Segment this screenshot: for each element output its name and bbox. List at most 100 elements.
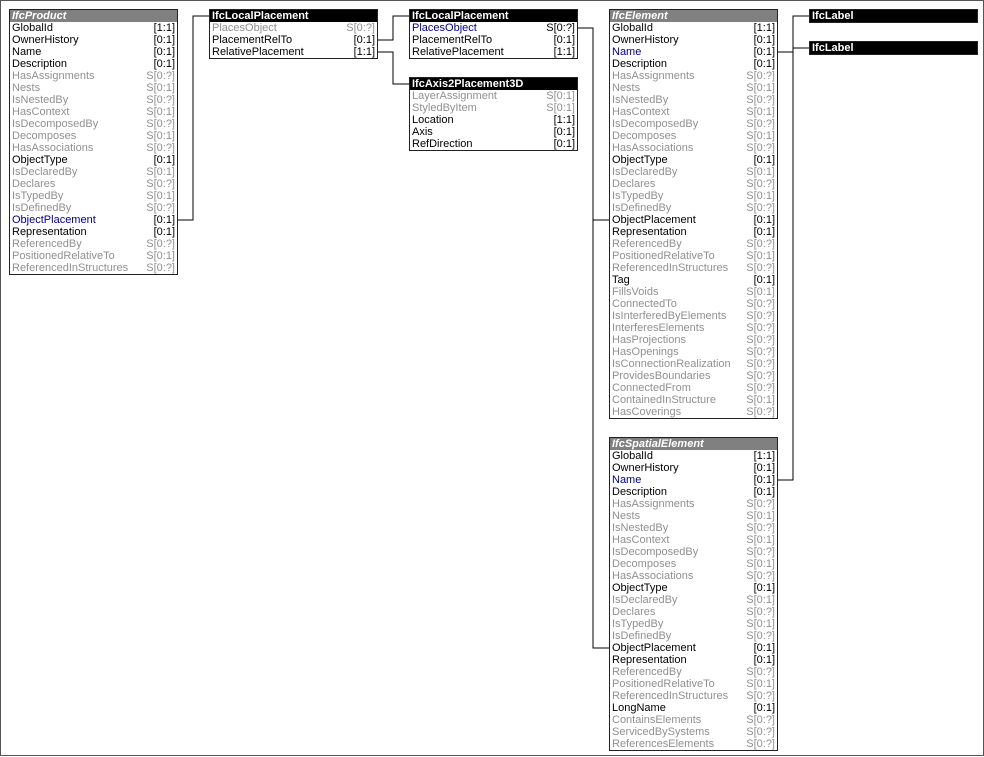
- attribute-row[interactable]: GlobalId [1:1]: [610, 450, 777, 462]
- attribute-row[interactable]: PositionedRelativeTo S[0:1]: [610, 678, 777, 690]
- attribute-row[interactable]: IsTypedBy S[0:1]: [610, 618, 777, 630]
- attribute-row[interactable]: HasOpenings S[0:?]: [610, 346, 777, 358]
- attribute-row[interactable]: Name [0:1]: [10, 46, 177, 58]
- attribute-row[interactable]: HasAssignments S[0:?]: [610, 498, 777, 510]
- attribute-row[interactable]: IsDeclaredBy S[0:1]: [10, 166, 177, 178]
- attribute-row[interactable]: Nests S[0:1]: [10, 82, 177, 94]
- attribute-row[interactable]: ProvidesBoundaries S[0:?]: [610, 370, 777, 382]
- attribute-row[interactable]: OwnerHistory [0:1]: [10, 34, 177, 46]
- attribute-row[interactable]: IsDeclaredBy S[0:1]: [610, 594, 777, 606]
- attribute-row[interactable]: Decomposes S[0:1]: [610, 130, 777, 142]
- attribute-row[interactable]: HasContext S[0:1]: [10, 106, 177, 118]
- attribute-name: IsNestedBy: [612, 522, 669, 534]
- attribute-row[interactable]: PositionedRelativeTo S[0:1]: [10, 250, 177, 262]
- attribute-row[interactable]: HasCoverings S[0:?]: [610, 406, 777, 418]
- attribute-row[interactable]: PositionedRelativeTo S[0:1]: [610, 250, 777, 262]
- attribute-row[interactable]: GlobalId [1:1]: [10, 22, 177, 34]
- attribute-row[interactable]: Representation [0:1]: [610, 654, 777, 666]
- attribute-row[interactable]: HasAssignments S[0:?]: [10, 70, 177, 82]
- attribute-row[interactable]: ReferencedBy S[0:?]: [10, 238, 177, 250]
- attribute-row[interactable]: HasContext S[0:1]: [610, 534, 777, 546]
- attribute-row[interactable]: IsNestedBy S[0:?]: [610, 522, 777, 534]
- attribute-row[interactable]: HasContext S[0:1]: [610, 106, 777, 118]
- attribute-row[interactable]: RelativePlacement [1:1]: [210, 46, 377, 58]
- attribute-row[interactable]: ReferencedBy S[0:?]: [610, 238, 777, 250]
- attribute-row[interactable]: ObjectType [0:1]: [610, 582, 777, 594]
- attribute-row[interactable]: LayerAssignment S[0:1]: [410, 90, 577, 102]
- entity-ifcproduct[interactable]: IfcProduct GlobalId [1:1] OwnerHistory [0:1…: [9, 9, 178, 275]
- attribute-row[interactable]: ContainedInStructure S[0:1]: [610, 394, 777, 406]
- attribute-row[interactable]: ConnectedFrom S[0:?]: [610, 382, 777, 394]
- attribute-row[interactable]: Representation [0:1]: [610, 226, 777, 238]
- attribute-row[interactable]: ObjectPlacement [0:1]: [610, 642, 777, 654]
- attribute-row[interactable]: HasAssociations S[0:?]: [610, 570, 777, 582]
- attribute-row[interactable]: GlobalId [1:1]: [610, 22, 777, 34]
- attribute-row[interactable]: StyledByItem S[0:1]: [410, 102, 577, 114]
- attribute-row[interactable]: Decomposes S[0:1]: [10, 130, 177, 142]
- attribute-row[interactable]: IsDecomposedBy S[0:?]: [610, 546, 777, 558]
- entity-ifclocalplacement[interactable]: IfcLocalPlacement PlacesObject S[0:?] Plac…: [209, 9, 378, 59]
- attribute-row[interactable]: Description [0:1]: [10, 58, 177, 70]
- attribute-row[interactable]: ReferencedInStructures S[0:?]: [610, 262, 777, 274]
- attribute-row[interactable]: ObjectPlacement [0:1]: [610, 214, 777, 226]
- attribute-row[interactable]: Nests S[0:1]: [610, 510, 777, 522]
- attribute-row[interactable]: IsDeclaredBy S[0:1]: [610, 166, 777, 178]
- attribute-row[interactable]: LongName [0:1]: [610, 702, 777, 714]
- attribute-row[interactable]: RefDirection [0:1]: [410, 138, 577, 150]
- attribute-row[interactable]: IsNestedBy S[0:?]: [10, 94, 177, 106]
- attribute-row[interactable]: Representation [0:1]: [10, 226, 177, 238]
- attribute-row[interactable]: OwnerHistory [0:1]: [610, 462, 777, 474]
- attribute-row[interactable]: ObjectType [0:1]: [610, 154, 777, 166]
- entity-ifclocalplacement-related[interactable]: IfcLocalPlacement PlacesObject S[0:?] Plac…: [409, 9, 578, 59]
- attribute-row[interactable]: Description [0:1]: [610, 486, 777, 498]
- attribute-row[interactable]: Decomposes S[0:1]: [610, 558, 777, 570]
- attribute-row[interactable]: IsDefinedBy S[0:?]: [610, 630, 777, 642]
- attribute-row[interactable]: IsTypedBy S[0:1]: [610, 190, 777, 202]
- attribute-row[interactable]: FillsVoids S[0:1]: [610, 286, 777, 298]
- attribute-row[interactable]: ObjectType [0:1]: [10, 154, 177, 166]
- attribute-row[interactable]: Name [0:1]: [610, 46, 777, 58]
- attribute-row[interactable]: RelativePlacement [1:1]: [410, 46, 577, 58]
- entity-ifcelement[interactable]: IfcElement GlobalId [1:1] OwnerHistory [0:1…: [609, 9, 778, 419]
- attribute-row[interactable]: ObjectPlacement [0:1]: [10, 214, 177, 226]
- attribute-row[interactable]: IsNestedBy S[0:?]: [610, 94, 777, 106]
- attribute-row[interactable]: IsDefinedBy S[0:?]: [10, 202, 177, 214]
- attribute-row[interactable]: ContainsElements S[0:?]: [610, 714, 777, 726]
- attribute-row[interactable]: ServicedBySystems S[0:?]: [610, 726, 777, 738]
- attribute-row[interactable]: ConnectedTo S[0:?]: [610, 298, 777, 310]
- attribute-row[interactable]: Name [0:1]: [610, 474, 777, 486]
- attribute-row[interactable]: IsDefinedBy S[0:?]: [610, 202, 777, 214]
- attribute-row[interactable]: IsTypedBy S[0:1]: [10, 190, 177, 202]
- attribute-row[interactable]: Axis [0:1]: [410, 126, 577, 138]
- attribute-row[interactable]: ReferencesElements S[0:?]: [610, 738, 777, 750]
- attribute-row[interactable]: Description [0:1]: [610, 58, 777, 70]
- attribute-row[interactable]: Tag [0:1]: [610, 274, 777, 286]
- entity-ifcaxis2placement3d[interactable]: IfcAxis2Placement3D LayerAssignment S[0:1…: [409, 77, 578, 151]
- attribute-row[interactable]: HasAssociations S[0:?]: [10, 142, 177, 154]
- entity-ifcspatialelement[interactable]: IfcSpatialElement GlobalId [1:1] OwnerHist…: [609, 437, 778, 751]
- attribute-row[interactable]: PlacementRelTo [0:1]: [410, 34, 577, 46]
- attribute-row[interactable]: IsDecomposedBy S[0:?]: [10, 118, 177, 130]
- attribute-row[interactable]: IsInterferedByElements S[0:?]: [610, 310, 777, 322]
- attribute-row[interactable]: PlacementRelTo [0:1]: [210, 34, 377, 46]
- attribute-row[interactable]: ReferencedInStructures S[0:?]: [610, 690, 777, 702]
- attribute-row[interactable]: ReferencedBy S[0:?]: [610, 666, 777, 678]
- attribute-row[interactable]: InterferesElements S[0:?]: [610, 322, 777, 334]
- attribute-name: LayerAssignment: [412, 90, 497, 102]
- attribute-row[interactable]: Nests S[0:1]: [610, 82, 777, 94]
- attribute-row[interactable]: IsConnectionRealization S[0:?]: [610, 358, 777, 370]
- attribute-row[interactable]: Declares S[0:?]: [610, 178, 777, 190]
- attribute-row[interactable]: Declares S[0:?]: [610, 606, 777, 618]
- attribute-row[interactable]: HasAssociations S[0:?]: [610, 142, 777, 154]
- attribute-row[interactable]: PlacesObject S[0:?]: [410, 22, 577, 34]
- attribute-row[interactable]: HasProjections S[0:?]: [610, 334, 777, 346]
- attribute-row[interactable]: ReferencedInStructures S[0:?]: [10, 262, 177, 274]
- attribute-row[interactable]: PlacesObject S[0:?]: [210, 22, 377, 34]
- attribute-row[interactable]: HasAssignments S[0:?]: [610, 70, 777, 82]
- entity-ifclabel[interactable]: IfcLabel: [809, 9, 978, 23]
- attribute-row[interactable]: Location [1:1]: [410, 114, 577, 126]
- entity-ifclabel-spatial[interactable]: IfcLabel: [809, 41, 978, 55]
- attribute-row[interactable]: Declares S[0:?]: [10, 178, 177, 190]
- attribute-row[interactable]: IsDecomposedBy S[0:?]: [610, 118, 777, 130]
- attribute-row[interactable]: OwnerHistory [0:1]: [610, 34, 777, 46]
